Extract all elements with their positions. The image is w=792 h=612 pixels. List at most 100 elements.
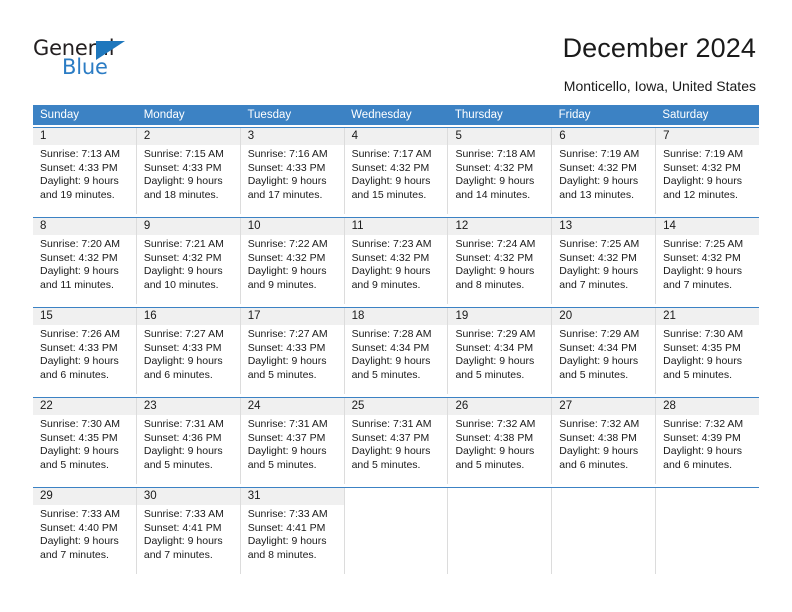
calendar-day-cell[interactable]: 14 Sunrise: 7:25 AM Sunset: 4:32 PM Dayl… <box>656 218 760 304</box>
calendar-day-cell[interactable]: 13 Sunrise: 7:25 AM Sunset: 4:32 PM Dayl… <box>552 218 657 304</box>
calendar-day-cell[interactable]: 25 Sunrise: 7:31 AM Sunset: 4:37 PM Dayl… <box>344 398 449 484</box>
general-blue-logo[interactable]: General Blue <box>33 36 163 82</box>
sunrise-text: Sunrise: 7:29 AM <box>455 328 536 340</box>
sunset-text: Sunset: 4:34 PM <box>351 341 430 354</box>
calendar-day-cell[interactable]: 18 Sunrise: 7:28 AM Sunset: 4:34 PM Dayl… <box>344 308 449 394</box>
sunrise-text: Sunrise: 7:20 AM <box>40 238 120 250</box>
calendar-day-cell[interactable]: 26 Sunrise: 7:32 AM Sunset: 4:38 PM Dayl… <box>448 398 553 484</box>
day-details <box>448 505 551 508</box>
day-details: Sunrise: 7:31 AM Sunset: 4:37 PM Dayligh… <box>241 415 344 472</box>
sunset-text: Sunset: 4:36 PM <box>143 431 222 444</box>
daylight-text-line2: and 7 minutes. <box>663 278 733 291</box>
calendar-day-cell[interactable]: 10 Sunrise: 7:22 AM Sunset: 4:32 PM Dayl… <box>240 218 345 304</box>
calendar-day-cell[interactable]: 29 Sunrise: 7:33 AM Sunset: 4:40 PM Dayl… <box>33 488 137 574</box>
calendar-day-cell[interactable]: 27 Sunrise: 7:32 AM Sunset: 4:38 PM Dayl… <box>552 398 657 484</box>
sunrise-text: Sunrise: 7:27 AM <box>143 328 224 340</box>
daylight-text-line1: Daylight: 9 hours <box>559 175 639 188</box>
day-details: Sunrise: 7:15 AM Sunset: 4:33 PM Dayligh… <box>137 145 240 202</box>
sunset-text: Sunset: 4:38 PM <box>559 431 637 444</box>
daylight-text-line1: Daylight: 9 hours <box>247 265 327 278</box>
day-details: Sunrise: 7:30 AM Sunset: 4:35 PM Dayligh… <box>33 415 136 472</box>
daylight-text-line1: Daylight: 9 hours <box>247 175 327 188</box>
sunrise-text: Sunrise: 7:32 AM <box>455 418 536 430</box>
daylight-text-line2: and 13 minutes. <box>559 188 635 201</box>
calendar-day-cell[interactable]: 15 Sunrise: 7:26 AM Sunset: 4:33 PM Dayl… <box>33 308 137 394</box>
sunset-text: Sunset: 4:34 PM <box>455 341 534 354</box>
daylight-text-line1: Daylight: 9 hours <box>143 535 223 548</box>
calendar-day-cell[interactable]: 1 Sunrise: 7:13 AM Sunset: 4:33 PM Dayli… <box>33 128 137 214</box>
day-number: 8 <box>33 218 136 235</box>
calendar-day-cell[interactable]: 5 Sunrise: 7:18 AM Sunset: 4:32 PM Dayli… <box>448 128 553 214</box>
weekday-header-row: Sunday Monday Tuesday Wednesday Thursday… <box>33 105 759 125</box>
day-number <box>448 488 552 505</box>
calendar-day-cell[interactable]: 17 Sunrise: 7:27 AM Sunset: 4:33 PM Dayl… <box>240 308 345 394</box>
day-details: Sunrise: 7:20 AM Sunset: 4:32 PM Dayligh… <box>33 235 136 292</box>
day-details <box>345 505 448 508</box>
day-details: Sunrise: 7:26 AM Sunset: 4:33 PM Dayligh… <box>33 325 136 382</box>
day-details: Sunrise: 7:27 AM Sunset: 4:33 PM Dayligh… <box>241 325 344 382</box>
day-number: 27 <box>552 398 656 415</box>
sunset-text: Sunset: 4:39 PM <box>663 431 741 444</box>
calendar-day-cell[interactable]: 4 Sunrise: 7:17 AM Sunset: 4:32 PM Dayli… <box>344 128 449 214</box>
sunset-text: Sunset: 4:35 PM <box>663 341 741 354</box>
sunrise-text: Sunrise: 7:31 AM <box>247 418 328 430</box>
daylight-text-line1: Daylight: 9 hours <box>40 355 119 368</box>
sunrise-text: Sunrise: 7:19 AM <box>559 148 640 160</box>
calendar-week-row: 29 Sunrise: 7:33 AM Sunset: 4:40 PM Dayl… <box>33 487 760 575</box>
daylight-text-line2: and 11 minutes. <box>40 278 114 291</box>
sunset-text: Sunset: 4:32 PM <box>351 161 430 174</box>
day-details: Sunrise: 7:18 AM Sunset: 4:32 PM Dayligh… <box>448 145 551 202</box>
calendar-day-cell[interactable]: 28 Sunrise: 7:32 AM Sunset: 4:39 PM Dayl… <box>656 398 760 484</box>
day-number <box>656 488 760 505</box>
daylight-text-line2: and 5 minutes. <box>663 368 733 381</box>
day-number: 20 <box>552 308 656 325</box>
calendar-day-cell[interactable]: 12 Sunrise: 7:24 AM Sunset: 4:32 PM Dayl… <box>448 218 553 304</box>
day-number: 6 <box>552 128 656 145</box>
sunrise-text: Sunrise: 7:30 AM <box>663 328 744 340</box>
calendar-day-cell[interactable]: 16 Sunrise: 7:27 AM Sunset: 4:33 PM Dayl… <box>136 308 241 394</box>
page-header: General Blue December 2024 Monticello, I… <box>0 0 792 100</box>
calendar-day-cell[interactable]: 22 Sunrise: 7:30 AM Sunset: 4:35 PM Dayl… <box>33 398 137 484</box>
day-number: 31 <box>240 488 344 505</box>
daylight-text-line1: Daylight: 9 hours <box>247 355 327 368</box>
calendar-day-cell[interactable]: 3 Sunrise: 7:16 AM Sunset: 4:33 PM Dayli… <box>240 128 345 214</box>
calendar-day-cell[interactable]: 9 Sunrise: 7:21 AM Sunset: 4:32 PM Dayli… <box>136 218 241 304</box>
daylight-text-line2: and 8 minutes. <box>455 278 525 291</box>
sunrise-text: Sunrise: 7:25 AM <box>559 238 640 250</box>
calendar-day-cell[interactable]: 2 Sunrise: 7:15 AM Sunset: 4:33 PM Dayli… <box>136 128 241 214</box>
calendar-day-cell[interactable]: 30 Sunrise: 7:33 AM Sunset: 4:41 PM Dayl… <box>136 488 241 574</box>
calendar-week-row: 8 Sunrise: 7:20 AM Sunset: 4:32 PM Dayli… <box>33 217 760 305</box>
calendar-day-cell[interactable]: 7 Sunrise: 7:19 AM Sunset: 4:32 PM Dayli… <box>656 128 760 214</box>
sunset-text: Sunset: 4:32 PM <box>247 251 326 264</box>
day-number: 22 <box>33 398 136 415</box>
daylight-text-line1: Daylight: 9 hours <box>455 175 535 188</box>
day-details: Sunrise: 7:19 AM Sunset: 4:32 PM Dayligh… <box>656 145 759 202</box>
day-details: Sunrise: 7:29 AM Sunset: 4:34 PM Dayligh… <box>552 325 655 382</box>
calendar-day-cell[interactable]: 24 Sunrise: 7:31 AM Sunset: 4:37 PM Dayl… <box>240 398 345 484</box>
calendar-day-cell[interactable]: 8 Sunrise: 7:20 AM Sunset: 4:32 PM Dayli… <box>33 218 137 304</box>
day-number: 24 <box>240 398 344 415</box>
day-details: Sunrise: 7:32 AM Sunset: 4:39 PM Dayligh… <box>656 415 759 472</box>
calendar-day-cell[interactable]: 19 Sunrise: 7:29 AM Sunset: 4:34 PM Dayl… <box>448 308 553 394</box>
calendar-day-cell[interactable]: 6 Sunrise: 7:19 AM Sunset: 4:32 PM Dayli… <box>552 128 657 214</box>
daylight-text-line1: Daylight: 9 hours <box>351 265 431 278</box>
daylight-text-line1: Daylight: 9 hours <box>143 355 223 368</box>
calendar-day-cell[interactable]: 23 Sunrise: 7:31 AM Sunset: 4:36 PM Dayl… <box>136 398 241 484</box>
calendar-day-cell[interactable]: 31 Sunrise: 7:33 AM Sunset: 4:41 PM Dayl… <box>240 488 345 574</box>
day-number: 4 <box>344 128 448 145</box>
daylight-text-line2: and 12 minutes. <box>663 188 738 201</box>
daylight-text-line1: Daylight: 9 hours <box>663 445 742 458</box>
calendar-day-cell[interactable]: 11 Sunrise: 7:23 AM Sunset: 4:32 PM Dayl… <box>344 218 449 304</box>
sunset-text: Sunset: 4:32 PM <box>40 251 118 264</box>
sunset-text: Sunset: 4:40 PM <box>40 521 118 534</box>
day-details: Sunrise: 7:31 AM Sunset: 4:37 PM Dayligh… <box>345 415 448 472</box>
sunrise-text: Sunrise: 7:29 AM <box>559 328 640 340</box>
day-details: Sunrise: 7:21 AM Sunset: 4:32 PM Dayligh… <box>137 235 240 292</box>
day-details: Sunrise: 7:22 AM Sunset: 4:32 PM Dayligh… <box>241 235 344 292</box>
day-details: Sunrise: 7:17 AM Sunset: 4:32 PM Dayligh… <box>345 145 448 202</box>
calendar-day-cell[interactable]: 20 Sunrise: 7:29 AM Sunset: 4:34 PM Dayl… <box>552 308 657 394</box>
sunrise-text: Sunrise: 7:18 AM <box>455 148 536 160</box>
calendar-day-cell[interactable]: 21 Sunrise: 7:30 AM Sunset: 4:35 PM Dayl… <box>656 308 760 394</box>
day-number: 17 <box>240 308 344 325</box>
sunset-text: Sunset: 4:38 PM <box>455 431 534 444</box>
